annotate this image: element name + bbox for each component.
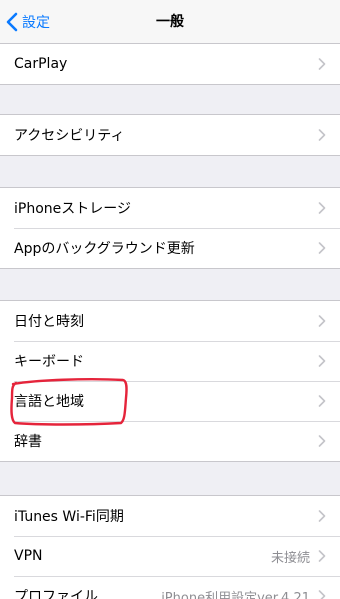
page-title: 一般 <box>156 14 184 30</box>
chevron-right-icon <box>318 550 326 562</box>
row-label: プロファイル <box>14 589 98 599</box>
settings-row-dictionary[interactable]: 辞書 <box>0 421 340 461</box>
row-label: CarPlay <box>14 56 68 72</box>
chevron-right-icon <box>318 395 326 407</box>
chevron-right-icon <box>318 129 326 141</box>
chevron-right-icon <box>318 202 326 214</box>
vpn-status-value: 未接続 <box>270 550 310 566</box>
chevron-right-icon <box>318 242 326 254</box>
row-label: iPhoneストレージ <box>14 201 131 217</box>
settings-row-iphone-storage[interactable]: iPhoneストレージ <box>0 188 340 228</box>
settings-group-carplay: CarPlay <box>0 43 340 85</box>
general-settings-screen: 設定 一般 CarPlay アクセシビリティ iPhoneストレージ Appのバ… <box>0 0 340 599</box>
chevron-left-icon <box>6 12 18 32</box>
row-label: iTunes Wi-Fi同期 <box>14 509 124 525</box>
chevron-right-icon <box>318 315 326 327</box>
chevron-right-icon <box>318 510 326 522</box>
settings-row-carplay[interactable]: CarPlay <box>0 44 340 84</box>
settings-row-profile[interactable]: プロファイル iPhone利用設定ver.4.21 <box>0 576 340 599</box>
settings-group-accessibility: アクセシビリティ <box>0 114 340 156</box>
row-label: 言語と地域 <box>14 394 84 410</box>
row-label: 日付と時刻 <box>14 314 84 330</box>
settings-group-connectivity: iTunes Wi-Fi同期 VPN 未接続 プロファイル iPhone利用設定… <box>0 495 340 599</box>
row-label: アクセシビリティ <box>14 128 125 144</box>
settings-row-vpn[interactable]: VPN 未接続 <box>0 536 340 576</box>
settings-row-itunes-wifi-sync[interactable]: iTunes Wi-Fi同期 <box>0 496 340 536</box>
back-button[interactable]: 設定 <box>6 8 50 36</box>
settings-row-background-app-refresh[interactable]: Appのバックグラウンド更新 <box>0 228 340 268</box>
settings-row-language-region[interactable]: 言語と地域 <box>0 381 340 421</box>
back-button-label: 設定 <box>22 15 50 31</box>
row-label: 辞書 <box>14 434 42 450</box>
row-label: キーボード <box>14 354 84 370</box>
settings-row-date-time[interactable]: 日付と時刻 <box>0 301 340 341</box>
row-label: Appのバックグラウンド更新 <box>14 241 195 257</box>
settings-row-accessibility[interactable]: アクセシビリティ <box>0 115 340 155</box>
settings-group-storage: iPhoneストレージ Appのバックグラウンド更新 <box>0 187 340 269</box>
chevron-right-icon <box>318 58 326 70</box>
chevron-right-icon <box>318 435 326 447</box>
settings-group-regional: 日付と時刻 キーボード 言語と地域 辞書 <box>0 300 340 462</box>
chevron-right-icon <box>318 355 326 367</box>
settings-row-keyboard[interactable]: キーボード <box>0 341 340 381</box>
row-label: VPN <box>14 548 43 564</box>
chevron-right-icon <box>318 590 326 599</box>
navigation-bar: 設定 一般 <box>0 0 340 44</box>
profile-value: iPhone利用設定ver.4.21 <box>161 590 310 599</box>
